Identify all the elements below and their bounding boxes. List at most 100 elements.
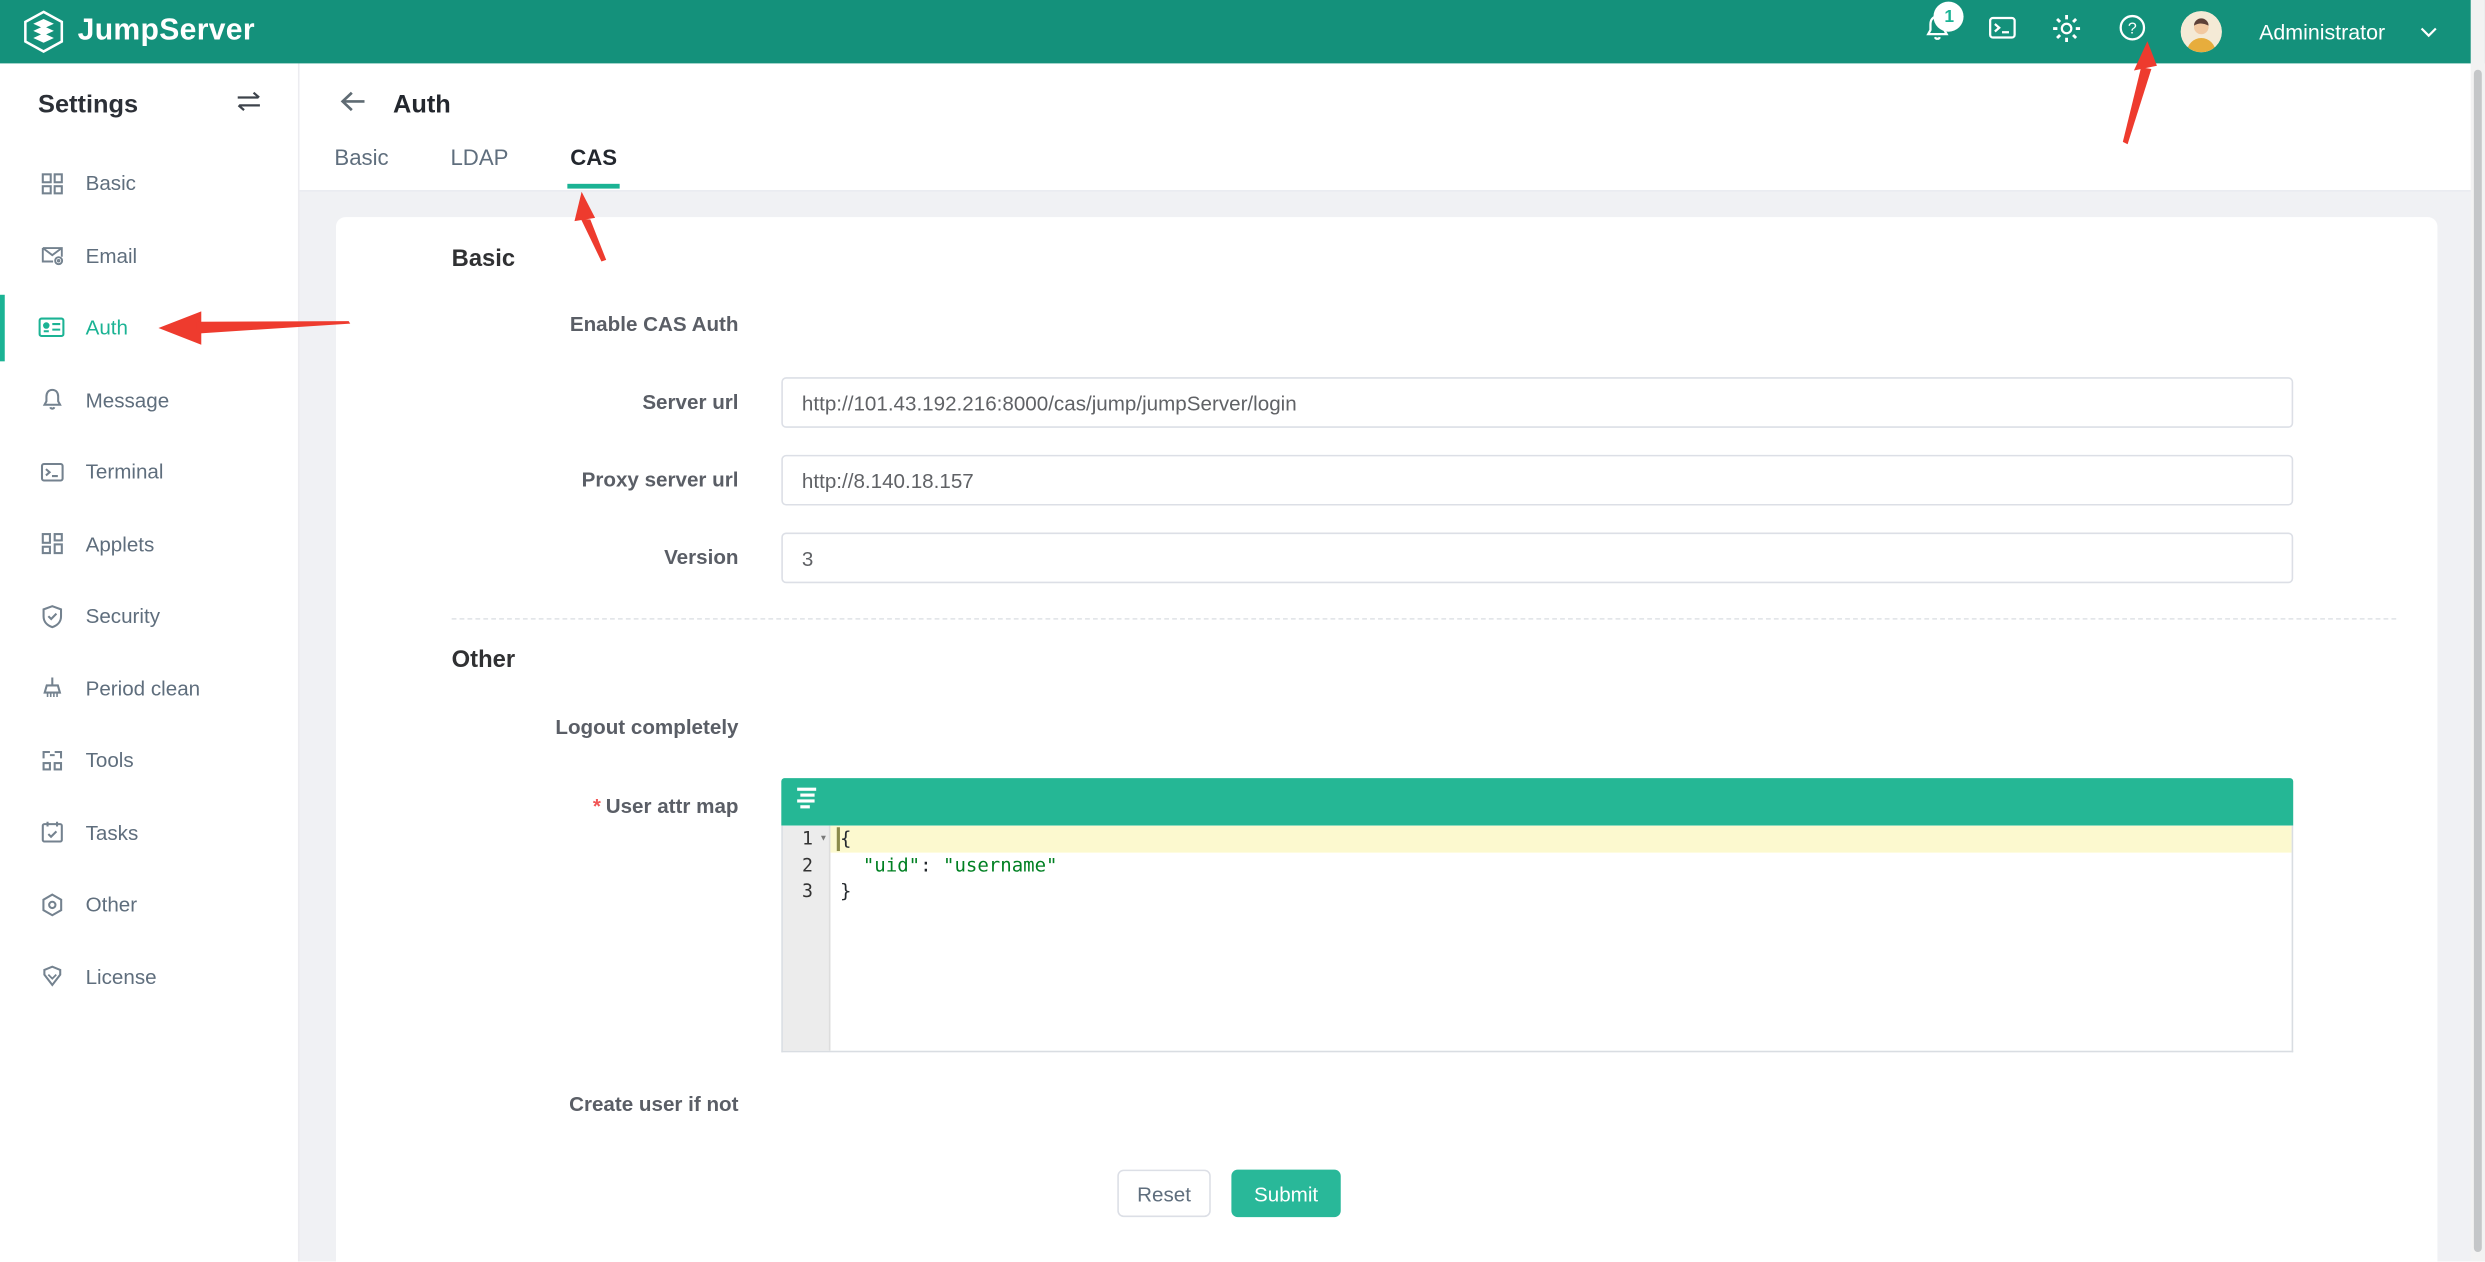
jumpserver-settings-page: JumpServer 1 bbox=[0, 0, 2485, 1262]
tab-ldap[interactable]: LDAP bbox=[450, 144, 508, 188]
hexagon-nut-icon bbox=[38, 891, 65, 918]
shield-check-icon bbox=[38, 603, 65, 630]
version-row: Version bbox=[452, 532, 2438, 583]
id-card-icon bbox=[38, 314, 65, 341]
sidebar-item-auth[interactable]: Auth bbox=[0, 292, 298, 364]
server-url-input[interactable] bbox=[781, 377, 2293, 428]
tab-basic[interactable]: Basic bbox=[334, 144, 388, 188]
terminal-icon bbox=[38, 458, 65, 485]
tab-cas[interactable]: CAS bbox=[570, 144, 617, 188]
sidebar-item-other[interactable]: Other bbox=[0, 868, 298, 940]
scrollbar-track[interactable] bbox=[2471, 0, 2485, 1262]
active-tab-underline bbox=[567, 184, 620, 189]
back-arrow-icon bbox=[339, 92, 368, 119]
grid-icon bbox=[38, 170, 65, 197]
editor-toolbar bbox=[781, 778, 2293, 826]
bell-icon bbox=[38, 386, 65, 413]
license-icon bbox=[38, 963, 65, 990]
sidebar-item-period-clean[interactable]: Period clean bbox=[0, 652, 298, 724]
terminal-icon bbox=[1987, 13, 2017, 51]
align-lines-icon[interactable] bbox=[796, 786, 821, 818]
user-attr-map-editor[interactable]: 1▾ 2 3 { "uid": "username" } bbox=[781, 778, 2293, 1052]
section-title-basic: Basic bbox=[452, 246, 2438, 275]
fold-marker-icon[interactable]: ▾ bbox=[820, 826, 828, 852]
chevron-down-icon bbox=[2419, 17, 2436, 46]
user-menu-chevron[interactable] bbox=[2418, 16, 2437, 48]
proxy-url-row: Proxy server url bbox=[452, 455, 2438, 506]
content-area: Basic Enable CAS Auth Server url Proxy s… bbox=[300, 192, 2473, 1262]
sidebar-item-security[interactable]: Security bbox=[0, 580, 298, 652]
sidebar-item-label: Tasks bbox=[86, 821, 139, 845]
current-user-name[interactable]: Administrator bbox=[2259, 20, 2385, 44]
back-button[interactable] bbox=[339, 90, 368, 120]
create-user-label: Create user if not bbox=[452, 1090, 739, 1119]
tools-icon bbox=[38, 747, 65, 774]
code-line: } bbox=[830, 878, 2291, 904]
mail-settings-icon bbox=[38, 242, 65, 269]
sidebar-item-label: License bbox=[86, 965, 157, 989]
user-attr-map-label: *User attr map bbox=[452, 778, 739, 821]
sidebar-title: Settings bbox=[38, 91, 138, 120]
broom-icon bbox=[38, 675, 65, 702]
sidebar-item-tools[interactable]: Tools bbox=[0, 724, 298, 796]
logo-hexagon-icon bbox=[22, 10, 65, 54]
sidebar-item-tasks[interactable]: Tasks bbox=[0, 796, 298, 868]
toggle-knob bbox=[753, 328, 778, 353]
sidebar-item-label: Tools bbox=[86, 748, 134, 772]
sidebar-item-email[interactable]: Email bbox=[0, 219, 298, 291]
code-line: "uid": "username" bbox=[830, 852, 2291, 878]
auth-tabs: Basic LDAP CAS bbox=[300, 120, 2473, 188]
sidebar-item-applets[interactable]: Applets bbox=[0, 508, 298, 580]
proxy-url-input[interactable] bbox=[781, 455, 2293, 506]
svg-text:?: ? bbox=[2128, 20, 2137, 37]
sidebar-item-label: Terminal bbox=[86, 460, 164, 484]
sidebar-item-label: Message bbox=[86, 388, 170, 412]
cas-settings-card: Basic Enable CAS Auth Server url Proxy s… bbox=[336, 217, 2437, 1261]
required-asterisk: * bbox=[593, 794, 601, 818]
enable-cas-row: Enable CAS Auth bbox=[452, 309, 2438, 341]
sidebar-item-label: Basic bbox=[86, 172, 136, 196]
page-header: Auth Basic LDAP CAS bbox=[300, 63, 2473, 191]
user-attr-map-row: *User attr map 1▾ 2 3 bbox=[452, 778, 2438, 1052]
editor-gutter: 1▾ 2 3 bbox=[783, 826, 831, 1051]
scrollbar-thumb[interactable] bbox=[2474, 70, 2482, 1252]
sidebar-item-terminal[interactable]: Terminal bbox=[0, 436, 298, 508]
sidebar-item-basic[interactable]: Basic bbox=[0, 147, 298, 219]
sidebar-item-label: Other bbox=[86, 893, 138, 917]
applets-icon bbox=[38, 531, 65, 558]
version-label: Version bbox=[452, 544, 739, 573]
settings-gear-button[interactable] bbox=[2051, 16, 2083, 48]
sidebar-item-license[interactable]: License bbox=[0, 941, 298, 1013]
calendar-check-icon bbox=[38, 819, 65, 846]
sidebar-item-label: Security bbox=[86, 604, 160, 628]
brand[interactable]: JumpServer bbox=[0, 10, 255, 54]
sidebar-item-label: Period clean bbox=[86, 676, 201, 700]
editor-body[interactable]: 1▾ 2 3 { "uid": "username" } bbox=[781, 826, 2293, 1053]
server-url-label: Server url bbox=[452, 388, 739, 417]
section-divider bbox=[452, 618, 2397, 620]
sidebar-item-message[interactable]: Message bbox=[0, 364, 298, 436]
reset-button[interactable]: Reset bbox=[1117, 1170, 1211, 1218]
web-terminal-button[interactable] bbox=[1986, 16, 2018, 48]
proxy-url-label: Proxy server url bbox=[452, 466, 739, 495]
enable-cas-label: Enable CAS Auth bbox=[452, 311, 739, 340]
toggle-knob bbox=[753, 731, 778, 756]
settings-sidebar: Settings Basic Email Auth Message Termin… bbox=[0, 63, 300, 1261]
notifications-button[interactable]: 1 bbox=[1922, 16, 1954, 48]
page-title: Auth bbox=[393, 91, 451, 120]
version-input[interactable] bbox=[781, 532, 2293, 583]
section-title-other: Other bbox=[452, 647, 2438, 676]
sidebar-item-label: Applets bbox=[86, 532, 155, 556]
help-button[interactable]: ? bbox=[2116, 16, 2148, 48]
help-icon: ? bbox=[2117, 13, 2147, 51]
submit-button[interactable]: Submit bbox=[1231, 1170, 1340, 1218]
logout-row: Logout completely bbox=[452, 712, 2438, 744]
swap-arrows-icon[interactable] bbox=[235, 90, 264, 120]
form-actions: Reset Submit bbox=[1117, 1170, 2437, 1218]
avatar[interactable] bbox=[2181, 11, 2222, 52]
gear-icon bbox=[2051, 12, 2083, 52]
editor-code[interactable]: { "uid": "username" } bbox=[830, 826, 2291, 1051]
sidebar-item-label: Email bbox=[86, 244, 138, 268]
brand-name: JumpServer bbox=[78, 14, 255, 49]
top-bar: JumpServer 1 bbox=[0, 0, 2485, 63]
